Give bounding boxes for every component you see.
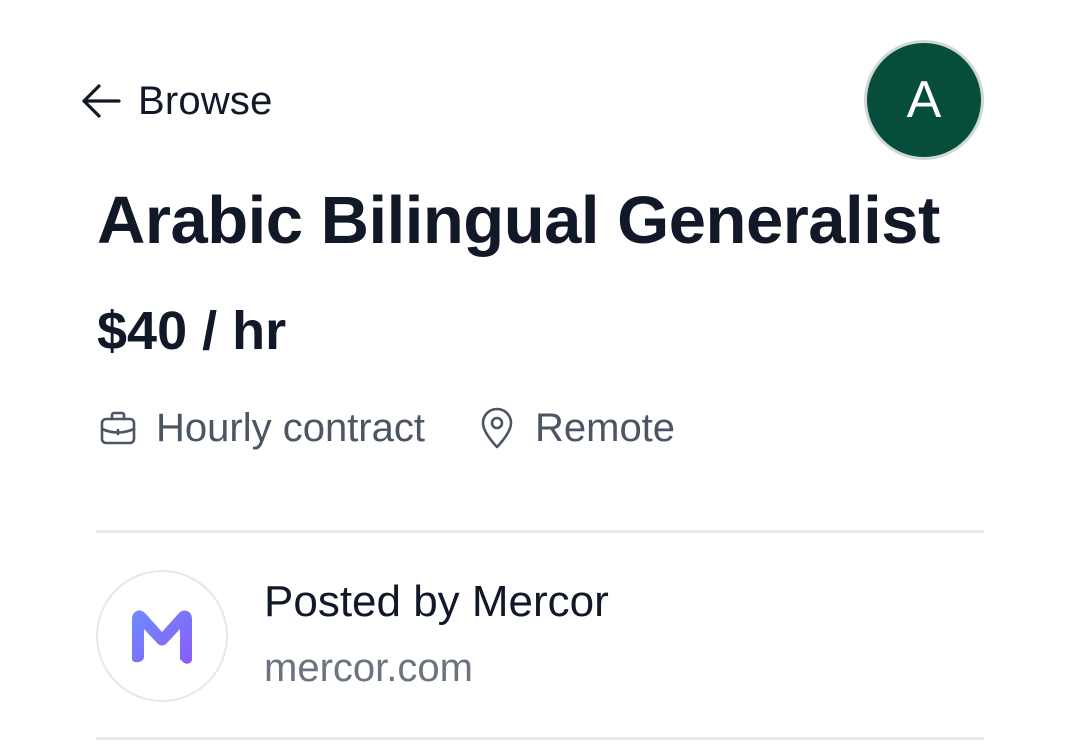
mercor-logo-icon xyxy=(132,610,192,664)
job-location: Remote xyxy=(477,406,675,451)
avatar-initial: A xyxy=(906,71,942,129)
browse-back-link[interactable]: Browse xyxy=(80,74,273,128)
job-title: Arabic Bilingual Generalist xyxy=(97,183,940,258)
contract-type: Hourly contract xyxy=(98,406,425,451)
arrow-left-icon xyxy=(82,84,121,118)
posted-by-label: Posted by Mercor xyxy=(264,577,609,626)
job-meta: Hourly contract Remote xyxy=(98,402,675,454)
bottom-divider xyxy=(96,737,984,740)
contract-type-label: Hourly contract xyxy=(156,405,425,450)
job-rate: $40 / hr xyxy=(97,301,287,361)
briefcase-icon xyxy=(100,411,136,445)
user-avatar[interactable]: A xyxy=(864,40,984,160)
job-detail-page: Browse A Arabic Bilingual Generalist $40… xyxy=(0,0,1080,755)
section-divider xyxy=(96,530,984,533)
company-logo[interactable] xyxy=(96,570,228,702)
map-pin-icon xyxy=(481,407,513,449)
company-url-link[interactable]: mercor.com xyxy=(264,646,473,691)
job-location-label: Remote xyxy=(534,405,676,450)
browse-label: Browse xyxy=(138,78,273,123)
